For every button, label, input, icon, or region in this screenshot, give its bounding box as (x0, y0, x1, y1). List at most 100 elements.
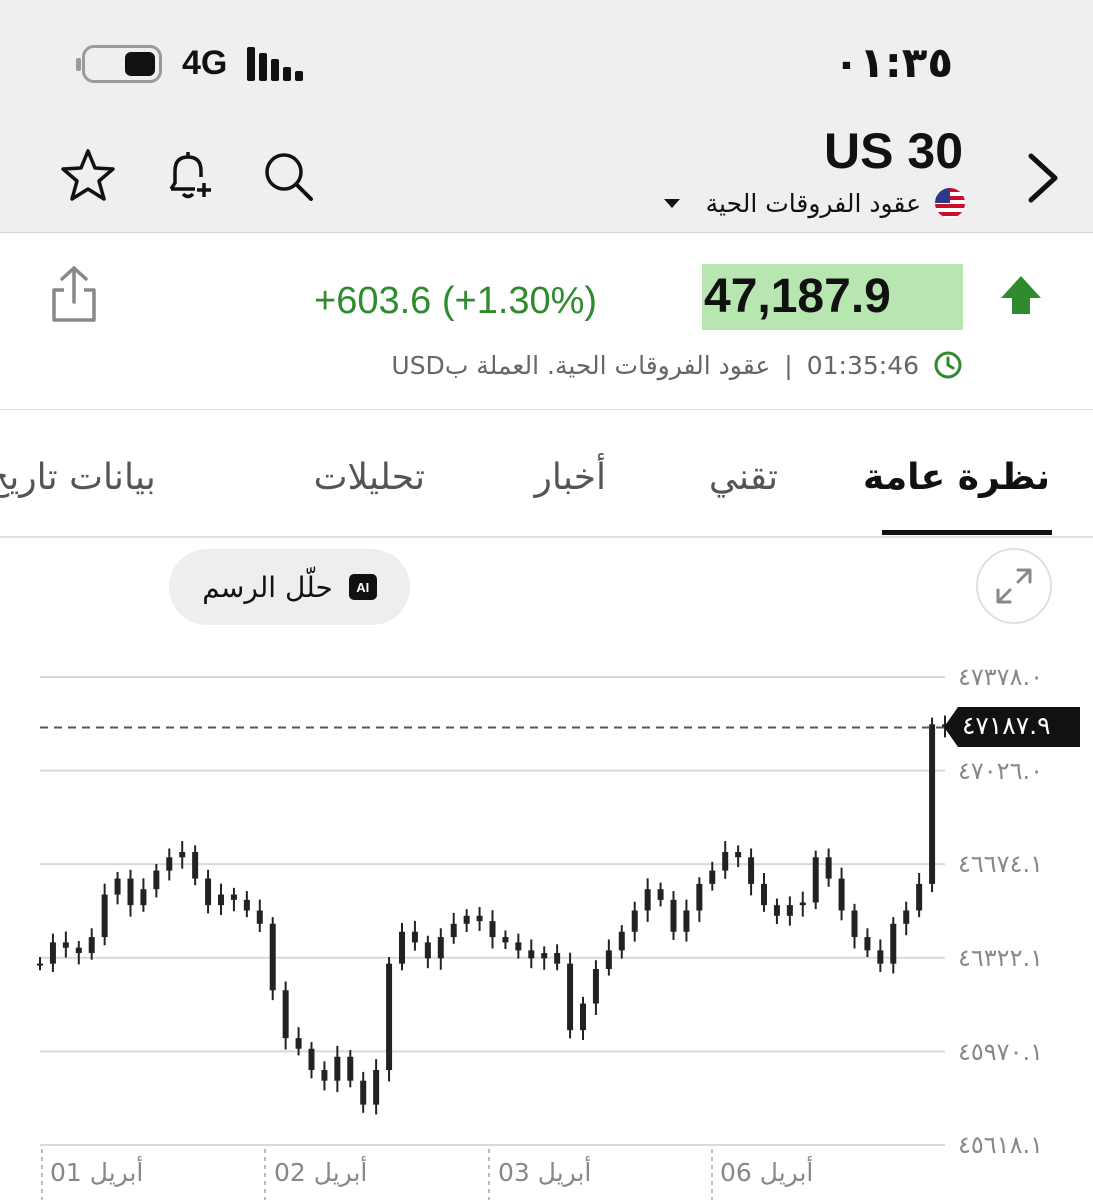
candle-body (864, 937, 871, 951)
candle-body (567, 963, 574, 1031)
status-indicators: 4G (76, 44, 304, 83)
candle-body (476, 915, 483, 922)
price-chart[interactable] (0, 640, 1093, 1200)
candle-body (696, 883, 703, 911)
x-axis-tick: 02 أبريل (274, 1158, 368, 1187)
chevron-right-icon[interactable] (1023, 148, 1063, 208)
instrument-symbol: US 30 (824, 123, 963, 179)
candle-body (580, 1003, 586, 1031)
quote-time: 01:35:46 (806, 350, 919, 380)
candle-body (360, 1080, 367, 1105)
candle-body (269, 923, 276, 991)
candle-body (631, 910, 638, 932)
candle-body (127, 878, 134, 906)
tab-historical-data[interactable]: بيانات تاريخ (0, 457, 156, 498)
battery-icon (76, 44, 162, 83)
candle-body (812, 857, 819, 903)
candle-body (528, 950, 535, 959)
candle-body (554, 953, 561, 964)
candle-body (670, 899, 677, 932)
share-icon[interactable] (48, 264, 100, 324)
quote-description: عقود الفروقات الحية. العملة بUSD (391, 350, 771, 380)
x-axis-tick: 06 أبريل (720, 1158, 814, 1187)
candle-body (347, 1056, 354, 1081)
candle-body (218, 894, 224, 906)
tab-technical[interactable]: تقني (709, 457, 778, 498)
candle-body (243, 899, 250, 911)
candle-body (62, 942, 69, 948)
candle-body (515, 942, 522, 951)
candle-body (916, 883, 923, 911)
signal-icon (247, 46, 304, 81)
candle-body (399, 931, 405, 964)
instrument-type-selector[interactable]: عقود الفروقات الحية (663, 188, 965, 218)
candle-body (657, 889, 664, 900)
ai-icon: AI (348, 574, 377, 600)
expand-chart-button[interactable] (976, 548, 1052, 624)
active-tab-indicator (882, 530, 1052, 535)
arrow-up-icon (1001, 276, 1041, 314)
status-time: ٠١:٣٥ (833, 38, 953, 87)
candle-body (825, 857, 832, 879)
candle-body (709, 870, 716, 884)
y-axis-tick: ٤٦٦٧٤.١ (958, 850, 1043, 878)
quote-subline: 01:35:46 | عقود الفروقات الحية. العملة ب… (391, 350, 963, 380)
top-bar: ٠١:٣٥ 4G US 30 عقود الفروقات الحية (0, 0, 1093, 233)
instrument-type-label: عقود الفروقات الحية (705, 188, 921, 218)
candle-body (877, 950, 884, 964)
candle-body (644, 889, 651, 911)
candle-body (437, 937, 444, 959)
candle-body (295, 1038, 302, 1049)
y-axis-tick: ٤٦٣٢٢.١ (958, 944, 1043, 972)
candle-body (890, 923, 897, 964)
candle-body (929, 724, 936, 884)
analyze-chart-button[interactable]: AI حلّل الرسم (169, 549, 410, 625)
candle-body (838, 878, 845, 911)
candle-body (282, 990, 289, 1039)
candle-body (605, 950, 612, 969)
tab-overview[interactable]: نظرة عامة (863, 457, 1050, 498)
candle-body (411, 931, 418, 943)
candle-body (205, 878, 212, 906)
candle-body (748, 857, 755, 884)
star-icon[interactable] (58, 146, 118, 206)
candle-body (373, 1070, 380, 1105)
candle-body (192, 851, 199, 879)
quote-separator: | (784, 350, 793, 380)
candle-body (75, 947, 82, 954)
candle-body (101, 894, 108, 938)
candle-body (851, 910, 858, 938)
candle-body (49, 942, 56, 964)
candle-body (799, 902, 806, 906)
header-actions (58, 146, 318, 206)
candle-body (37, 963, 43, 966)
y-axis-tick: ٤٧٠٢٦.٠ (958, 757, 1043, 785)
tab-bar: نظرة عامة تقني أخبار تحليلات بيانات تاري… (0, 411, 1093, 538)
current-price-label: ٤٧١٨٧.٩ (962, 711, 1051, 740)
candle-body (773, 905, 780, 916)
tab-analysis[interactable]: تحليلات (314, 457, 425, 498)
candle-body (786, 905, 793, 916)
candle-body (308, 1048, 315, 1071)
candle-body (541, 953, 548, 959)
candle-body (140, 889, 147, 906)
quote-panel: +603.6 (+1.30%) 47,187.9 01:35:46 | عقود… (0, 234, 1093, 410)
candle-body (683, 910, 690, 932)
candle-body (386, 963, 393, 1071)
us-flag-icon (935, 188, 965, 218)
search-icon[interactable] (258, 146, 318, 206)
candle-body (903, 910, 910, 924)
tab-news[interactable]: أخبار (535, 457, 606, 498)
candle-body (450, 923, 457, 938)
candle-body (114, 878, 121, 895)
candle-body (256, 910, 263, 924)
candle-body (592, 968, 599, 1004)
candle-body (166, 857, 173, 871)
y-axis-tick: ٤٥٩٧٠.١ (958, 1038, 1043, 1066)
candle-body (735, 851, 742, 858)
candle-body (88, 937, 95, 954)
bell-plus-icon[interactable] (158, 146, 218, 206)
x-axis-tick: 01 أبريل (50, 1158, 144, 1187)
candle-body (761, 883, 767, 906)
caret-down-icon (663, 198, 680, 208)
